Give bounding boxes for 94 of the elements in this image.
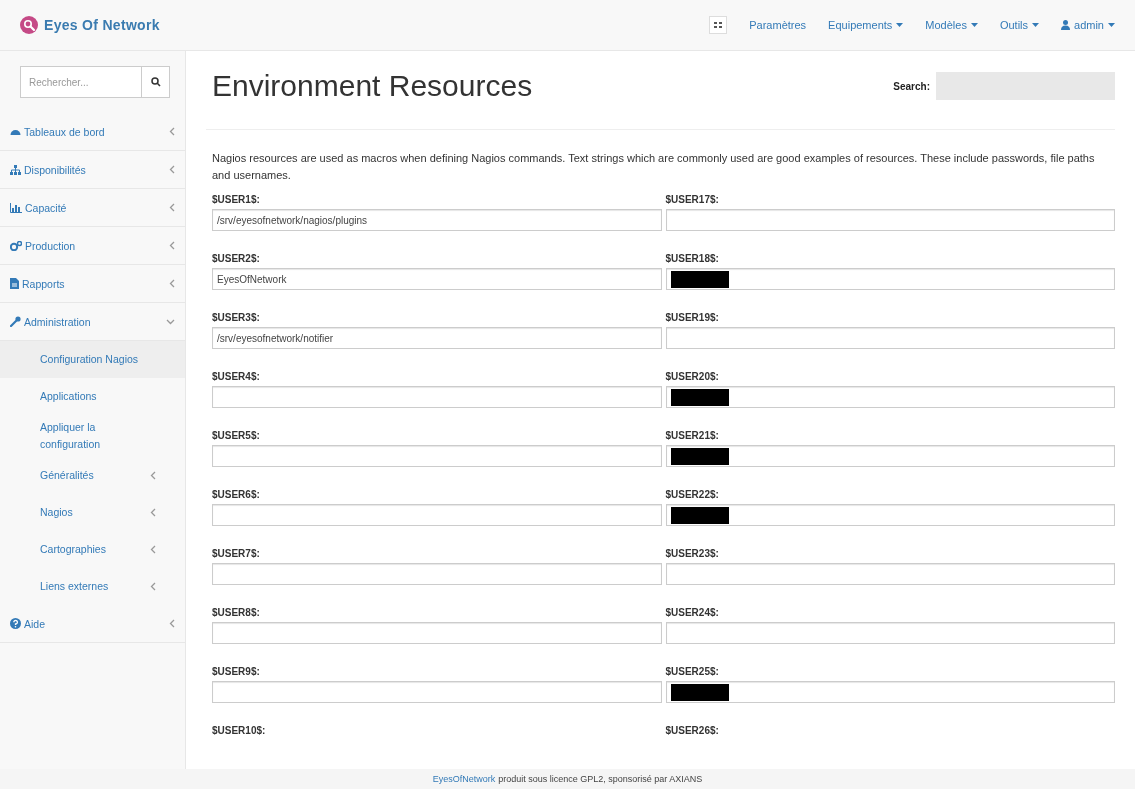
input-field[interactable] — [665, 681, 1115, 703]
redaction-bar — [670, 683, 729, 701]
redaction-bar — [670, 388, 729, 406]
wrench-icon — [10, 316, 21, 327]
chevron-left-icon — [150, 545, 156, 554]
chevron-down-icon — [166, 318, 175, 325]
field-label: $USER8$: — [212, 607, 261, 618]
submenu-item[interactable]: Appliquer la configuration — [0, 415, 185, 457]
grid-icon — [714, 22, 723, 28]
caret-icon — [896, 23, 904, 27]
grid-button[interactable] — [709, 16, 728, 34]
chevron-left-icon — [150, 471, 156, 480]
input-field[interactable] — [665, 622, 1115, 644]
chevron-left-icon — [169, 165, 175, 174]
field-label: $USER25$: — [665, 666, 720, 677]
input-field[interactable] — [665, 268, 1115, 290]
chevron-left-icon — [169, 619, 175, 628]
caret-icon — [1032, 23, 1040, 27]
redaction-bar — [670, 506, 729, 524]
search-label: Search: — [893, 80, 930, 92]
submenu-item[interactable]: Liens externes — [0, 568, 185, 605]
caret-icon — [970, 23, 978, 27]
search-field[interactable]: Rechercher... — [20, 66, 170, 98]
help-icon — [10, 618, 21, 629]
nav-dropdown[interactable]: Modèles — [925, 19, 978, 31]
redaction-bar — [670, 270, 729, 288]
magnifier-logo-icon — [20, 16, 38, 34]
chevron-left-icon — [150, 582, 156, 591]
gears-icon — [10, 240, 22, 251]
input-field[interactable] — [665, 327, 1115, 349]
field-label: $USER5$: — [212, 430, 261, 441]
sidebar-item[interactable]: Aide — [0, 605, 185, 643]
user-icon — [1061, 20, 1071, 30]
field-label: $USER20$: — [665, 371, 720, 382]
field-label: $USER4$: — [212, 371, 261, 382]
sitemap-icon — [10, 164, 21, 175]
input-field[interactable] — [212, 563, 662, 585]
input-field[interactable] — [665, 563, 1115, 585]
nav-dropdown[interactable]: Equipements — [828, 19, 904, 31]
input-field[interactable] — [212, 622, 662, 644]
submenu-item[interactable]: Nagios — [0, 494, 185, 531]
input-field[interactable]: /srv/eyesofnetwork/nagios/plugins — [212, 209, 662, 231]
input-field[interactable] — [212, 386, 662, 408]
chevron-left-icon — [150, 508, 156, 517]
sidebar-item[interactable]: Rapports — [0, 265, 185, 303]
field-label: $USER9$: — [212, 666, 261, 677]
chevron-left-icon — [169, 127, 175, 136]
field-label: $USER23$: — [665, 548, 720, 559]
search-icon — [150, 77, 161, 87]
sidebar-item[interactable]: Disponibilités — [0, 151, 185, 189]
input-field[interactable] — [212, 681, 662, 703]
field-label: $USER19$: — [665, 312, 720, 323]
chevron-left-icon — [169, 241, 175, 250]
description-text: Nagios resources are used as macros when defining Nagios commands. Text strings which are commonly used are good examples of resources. These include passwords, file paths and usernames. — [212, 151, 1096, 183]
field-label: $USER21$: — [665, 430, 720, 441]
chevron-left-icon — [169, 203, 175, 212]
sidebar-item[interactable]: Production — [0, 227, 185, 265]
caret-icon — [1108, 23, 1115, 27]
submenu-item[interactable]: Cartographies — [0, 531, 185, 568]
field-label: $USER2$: — [212, 253, 261, 264]
sidebar-item[interactable]: Capacité — [0, 189, 185, 227]
page-title: Environment Resources — [212, 69, 533, 103]
field-label: $USER7$: — [212, 548, 261, 559]
field-label: $USER17$: — [665, 194, 720, 205]
field-label: $USER24$: — [665, 607, 720, 618]
field-label: $USER18$: — [665, 253, 720, 264]
redaction-bar — [670, 447, 729, 465]
sidebar-item[interactable]: Tableaux de bord — [0, 113, 185, 151]
field-label: $USER6$: — [212, 489, 261, 500]
input-field[interactable]: EyesOfNetwork — [212, 268, 662, 290]
input-field[interactable] — [212, 445, 662, 467]
nav-dropdown[interactable]: Outils — [999, 19, 1040, 31]
submenu-item[interactable]: Configuration Nagios — [0, 341, 185, 378]
submenu-item[interactable]: Généralités — [0, 457, 185, 494]
input-field[interactable] — [212, 504, 662, 526]
user-menu[interactable]: admin — [1061, 19, 1115, 31]
nav-link[interactable]: Paramètres — [749, 19, 807, 31]
footer-link[interactable]: EyesOfNetwork — [432, 774, 496, 784]
input-field[interactable] — [665, 386, 1115, 408]
field-label: $USER10$: — [212, 725, 267, 736]
chevron-left-icon — [169, 279, 175, 288]
footer-text: produit sous licence GPL2, sponsorisé par AXIANS — [498, 774, 703, 784]
submenu-item[interactable]: Applications — [0, 378, 185, 415]
input-field[interactable]: /srv/eyesofnetwork/notifier — [212, 327, 662, 349]
field-label: $USER22$: — [665, 489, 720, 500]
brand-name[interactable]: Eyes Of Network — [44, 17, 160, 33]
field-label: $USER1$: — [212, 194, 261, 205]
input-field[interactable] — [665, 209, 1115, 231]
field-label: $USER3$: — [212, 312, 261, 323]
bar-chart-icon — [10, 202, 22, 213]
document-icon — [10, 278, 19, 289]
field-label: $USER26$: — [665, 725, 720, 736]
input-field[interactable] — [665, 445, 1115, 467]
input-field[interactable] — [665, 504, 1115, 526]
